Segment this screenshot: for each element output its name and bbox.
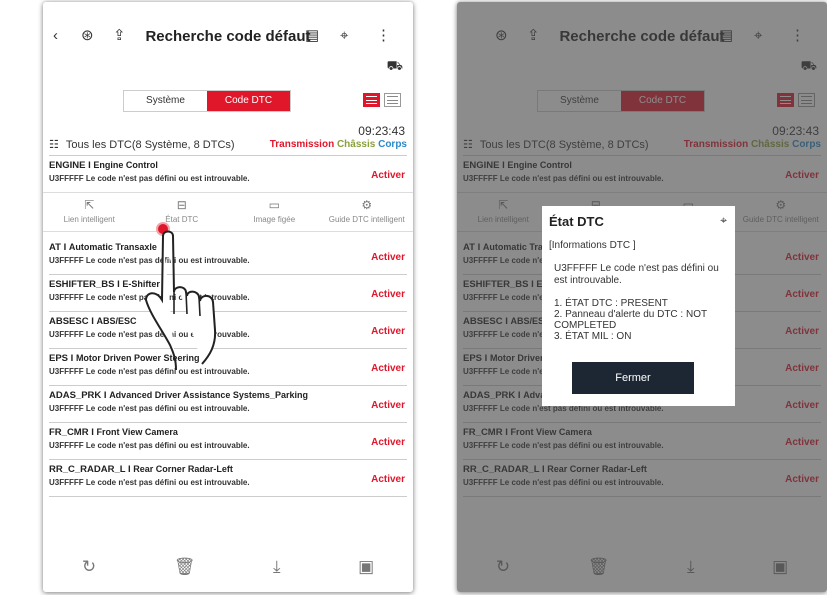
- dtc-row[interactable]: FR_CMR I Front View Camera U3FFFFF Le co…: [49, 427, 407, 461]
- dtc-description: U3FFFFF Le code n'est pas défini ou est …: [49, 478, 250, 487]
- detail-view-icon[interactable]: [384, 93, 401, 107]
- header: ‹ ⊛ ⇪ Recherche code défaut ▤ ⌖ ⋮: [43, 22, 413, 52]
- car-icon[interactable]: ⛟: [387, 58, 403, 76]
- trash-icon[interactable]: 🗑: [174, 557, 196, 577]
- hand-pointer-icon: [144, 230, 217, 370]
- dtc-system: Advanced Driver Assistance Systems_Parki…: [109, 390, 308, 400]
- folder-icon[interactable]: ▣: [358, 557, 374, 577]
- submenu-guide-dtc[interactable]: ⚙ Guide DTC intelligent: [321, 193, 414, 231]
- view-tabs: Système Code DTC: [123, 90, 291, 112]
- filter-chassis[interactable]: Châssis: [337, 139, 375, 150]
- list-view-icon[interactable]: [363, 93, 380, 107]
- activate-button[interactable]: Activer: [371, 326, 405, 337]
- dtc-status-dialog: État DTC ⌖ [Informations DTC ] U3FFFFF L…: [542, 206, 735, 406]
- dtc-submenu: ⇱ Lien intelligent ⊟ État DTC ▭ Image figée…: [43, 192, 413, 232]
- freeze-frame-icon: ▭: [268, 198, 280, 212]
- screenshot-icon[interactable]: ⌖: [720, 213, 727, 228]
- dialog-title: État DTC: [549, 214, 604, 229]
- refresh-icon[interactable]: ↻: [82, 557, 96, 577]
- divider: [49, 422, 407, 423]
- dtc-name: ADAS_PRK: [49, 390, 102, 401]
- bottom-toolbar: ↻ 🗑 ⤓ ▣: [43, 552, 413, 582]
- gear-icon: ⚙: [361, 198, 373, 212]
- dtc-row[interactable]: RR_C_RADAR_L I Rear Corner Radar-Left U3…: [49, 464, 407, 498]
- status-item: 2. Panneau d'alerte du DTC : NOT COMPLET…: [554, 309, 707, 331]
- screenshot-icon[interactable]: ⌖: [340, 24, 348, 48]
- filter-icon[interactable]: ☷: [49, 138, 63, 152]
- dtc-name: ENGINE: [49, 160, 86, 171]
- timestamp: 09:23:43: [358, 124, 405, 138]
- activate-button[interactable]: Activer: [371, 363, 405, 374]
- right-screen: ⊛ ⇪ Recherche code défaut ▤ ⌖ ⋮ ⛟ Systèm…: [457, 2, 827, 592]
- dtc-name: ABSESC: [49, 316, 89, 327]
- close-button[interactable]: Fermer: [572, 362, 694, 394]
- submenu-label: Lien intelligent: [63, 215, 115, 224]
- divider: [49, 459, 407, 460]
- submenu-image-figee[interactable]: ▭ Image figée: [228, 193, 321, 231]
- download-icon[interactable]: ⤓: [273, 557, 281, 577]
- dtc-name: ESHIFTER_BS: [49, 279, 115, 290]
- submenu-label: Guide DTC intelligent: [328, 215, 405, 224]
- dtc-name: AT: [49, 242, 61, 253]
- activate-button[interactable]: Activer: [371, 400, 405, 411]
- left-screen: ‹ ⊛ ⇪ Recherche code défaut ▤ ⌖ ⋮ ⛟ Syst…: [43, 2, 413, 592]
- dtc-row[interactable]: ADAS_PRK I Advanced Driver Assistance Sy…: [49, 390, 407, 424]
- dtc-system: Engine Control: [93, 160, 158, 170]
- dtc-description: U3FFFFF Le code n'est pas défini ou est …: [49, 441, 250, 450]
- dtc-system: Rear Corner Radar-Left: [133, 464, 233, 474]
- dtc-system: ABS/ESC: [96, 316, 137, 326]
- submenu-lien-intelligent[interactable]: ⇱ Lien intelligent: [43, 193, 136, 231]
- page-title: Recherche code défaut: [145, 28, 311, 45]
- dialog-status-list: 1. ÉTAT DTC : PRESENT 2. Panneau d'alert…: [549, 298, 728, 342]
- status-item: 3. ÉTAT MIL : ON: [554, 331, 632, 342]
- tab-code-dtc[interactable]: Code DTC: [207, 91, 290, 111]
- submenu-etat-dtc[interactable]: ⊟ État DTC: [136, 193, 229, 231]
- dtc-name: RR_C_RADAR_L: [49, 464, 126, 475]
- share-icon: ⇱: [84, 198, 95, 212]
- status-icon: ⊟: [176, 198, 187, 212]
- activate-button[interactable]: Activer: [371, 437, 405, 448]
- status-item: 1. ÉTAT DTC : PRESENT: [554, 298, 668, 309]
- report-icon[interactable]: ▤: [305, 24, 319, 48]
- activate-button[interactable]: Activer: [371, 474, 405, 485]
- activate-button[interactable]: Activer: [371, 289, 405, 300]
- divider: [49, 385, 407, 386]
- dialog-code-line: U3FFFFF Le code n'est pas défini ou est …: [554, 263, 719, 286]
- dtc-description: U3FFFFF Le code n'est pas défini ou est …: [49, 174, 250, 183]
- dtc-row[interactable]: ENGINE I Engine Control U3FFFFF Le code …: [49, 160, 407, 194]
- dtc-system: Front View Camera: [96, 427, 178, 437]
- more-icon[interactable]: ⋮: [376, 24, 391, 48]
- activate-button[interactable]: Activer: [371, 252, 405, 263]
- activate-button[interactable]: Activer: [371, 170, 405, 181]
- filter-transmission[interactable]: Transmission: [270, 139, 334, 150]
- filter-corps[interactable]: Corps: [378, 139, 407, 150]
- divider: [49, 496, 407, 497]
- submenu-label: État DTC: [165, 215, 199, 224]
- view-mode-toggle: [363, 93, 401, 107]
- dtc-filter-row: ☷ Tous les DTC(8 Système, 8 DTCs) Transm…: [49, 138, 407, 152]
- tab-systeme[interactable]: Système: [124, 91, 207, 111]
- dtc-count-label: Tous les DTC(8 Système, 8 DTCs): [65, 139, 235, 151]
- submenu-label: Image figée: [253, 215, 296, 224]
- divider: [49, 155, 407, 156]
- dialog-section-header: [Informations DTC ]: [549, 240, 636, 251]
- dtc-description: U3FFFFF Le code n'est pas défini ou est …: [49, 404, 250, 413]
- dtc-name: EPS: [49, 353, 69, 364]
- dtc-name: FR_CMR: [49, 427, 89, 438]
